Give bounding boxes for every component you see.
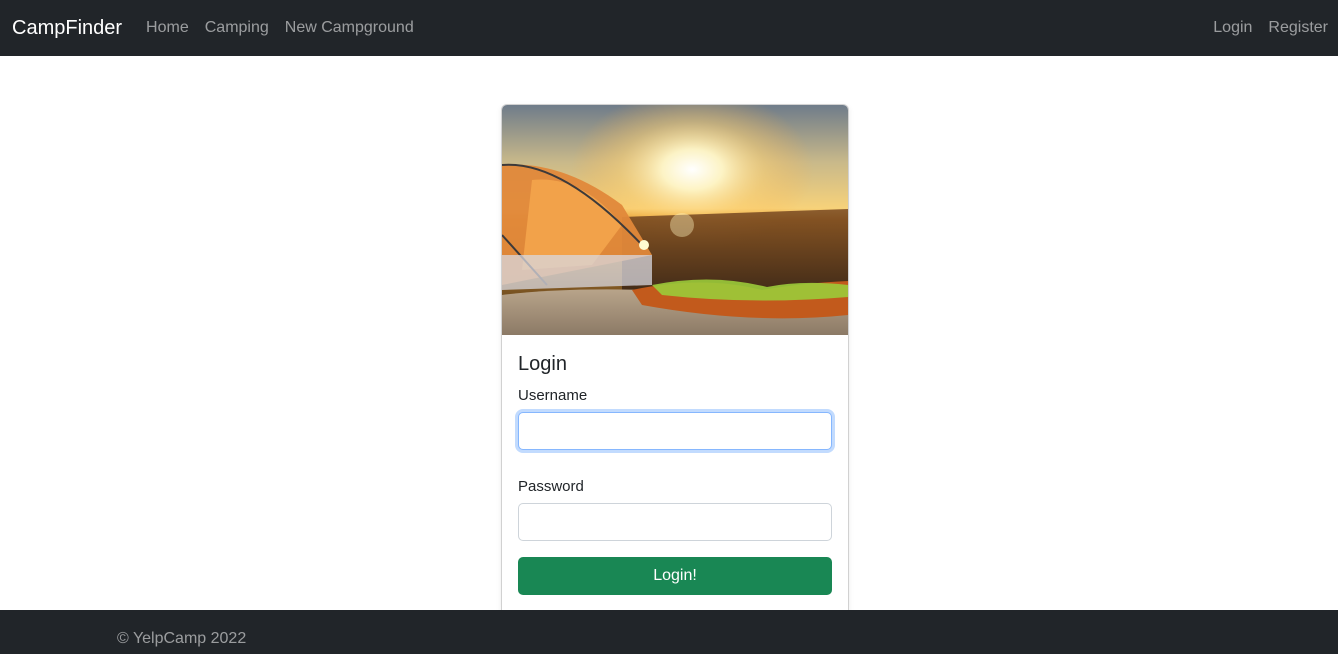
username-label: Username bbox=[518, 387, 588, 404]
page-footer: © YelpCamp 2022 bbox=[0, 610, 1338, 654]
brand-logo-link[interactable]: CampFinder bbox=[12, 17, 122, 40]
nav-new-campground-link[interactable]: New Campground bbox=[285, 19, 414, 37]
username-input[interactable] bbox=[518, 412, 832, 450]
login-submit-button[interactable]: Login! bbox=[518, 557, 832, 595]
nav-home-link[interactable]: Home bbox=[146, 19, 189, 37]
footer-copyright: © YelpCamp 2022 bbox=[117, 630, 247, 647]
nav-login-link[interactable]: Login bbox=[1213, 19, 1252, 37]
nav-links: Home Camping New Campground bbox=[146, 19, 414, 37]
nav-register-link[interactable]: Register bbox=[1268, 19, 1328, 37]
camping-tent-photo bbox=[502, 105, 848, 335]
nav-camping-link[interactable]: Camping bbox=[205, 19, 269, 37]
password-input[interactable] bbox=[518, 503, 832, 541]
password-label: Password bbox=[518, 478, 584, 495]
top-navbar: CampFinder Home Camping New Campground L… bbox=[0, 0, 1338, 56]
nav-auth-links: Login Register bbox=[1213, 19, 1328, 37]
login-title: Login bbox=[518, 353, 567, 375]
login-form: Login Username Password Login! bbox=[502, 335, 848, 610]
login-card: Login Username Password Login! bbox=[501, 104, 849, 610]
